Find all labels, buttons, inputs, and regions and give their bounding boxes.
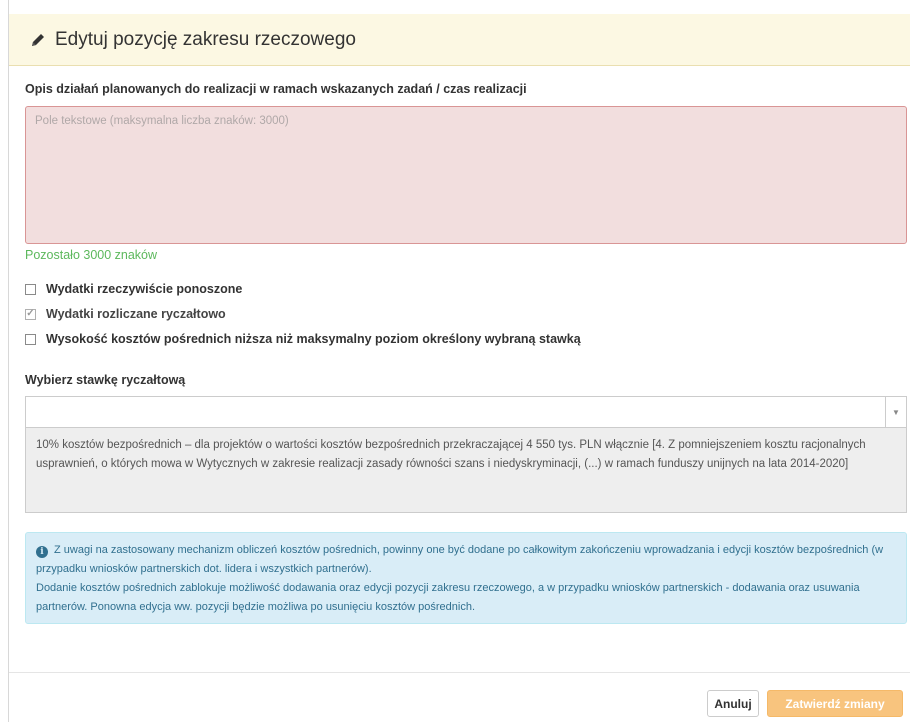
pencil-icon (29, 31, 47, 49)
actual-expenses-checkbox[interactable] (25, 283, 36, 295)
description-textarea[interactable] (25, 106, 907, 244)
lower-indirect-costs-checkbox[interactable] (25, 333, 36, 345)
info-text-line1: Z uwagi na zastosowany mechanizm oblicze… (36, 544, 884, 575)
remaining-characters: Pozostało 3000 znaków (25, 248, 158, 262)
info-text-line2: Dodanie kosztów pośrednich zablokuje moż… (36, 582, 860, 613)
rate-description: 10% kosztów bezpośrednich – dla projektó… (25, 427, 907, 513)
checkbox-row-actual-expenses[interactable]: Wydatki rzeczywiście ponoszone (25, 282, 242, 296)
lower-indirect-costs-label: Wysokość kosztów pośrednich niższa niż m… (46, 332, 581, 346)
lump-sum-label: Wydatki rozliczane ryczałtowo (46, 307, 226, 321)
description-label: Opis działań planowanych do realizacji w… (25, 82, 527, 96)
rate-select-label: Wybierz stawkę ryczałtową (25, 373, 186, 387)
actual-expenses-label: Wydatki rzeczywiście ponoszone (46, 282, 243, 296)
lump-sum-checkbox: ✓ (25, 308, 36, 320)
footer-divider (9, 672, 910, 673)
chevron-down-icon[interactable]: ▼ (885, 397, 906, 427)
info-icon: i (36, 546, 48, 558)
edit-scope-modal: Edytuj pozycję zakresu rzeczowego Opis d… (8, 0, 910, 722)
rate-select[interactable]: ▼ (25, 396, 907, 428)
modal-header: Edytuj pozycję zakresu rzeczowego (9, 14, 910, 66)
modal-title: Edytuj pozycję zakresu rzeczowego (55, 28, 356, 50)
confirm-changes-button[interactable]: Zatwierdź zmiany (767, 690, 903, 717)
cancel-button[interactable]: Anuluj (707, 690, 759, 717)
checkbox-row-lower-indirect-costs[interactable]: Wysokość kosztów pośrednich niższa niż m… (25, 332, 581, 346)
checkbox-row-lump-sum: ✓ Wydatki rozliczane ryczałtowo (25, 307, 226, 321)
info-alert: iZ uwagi na zastosowany mechanizm oblicz… (25, 532, 907, 624)
